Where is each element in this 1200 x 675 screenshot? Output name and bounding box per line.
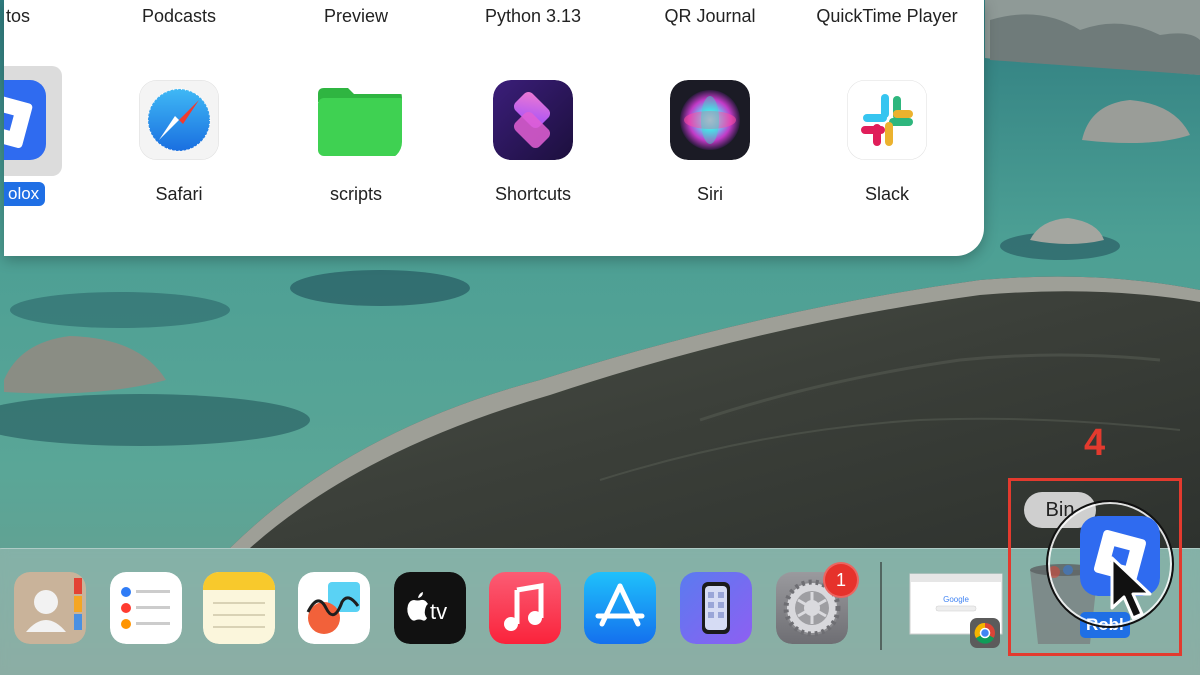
screenshot-frame: tos Podcasts Preview Python 3.13 QR Jour…: [0, 0, 1200, 675]
music-icon[interactable]: [489, 572, 561, 644]
app-shortcuts-label: Shortcuts: [494, 184, 572, 204]
app-slack-label: Slack: [864, 184, 909, 204]
roblox-icon[interactable]: [4, 80, 46, 160]
siri-icon: [670, 80, 750, 160]
slack-icon: [847, 80, 927, 160]
app-shortcuts[interactable]: Shortcuts: [473, 80, 593, 210]
reminders-icon[interactable]: [110, 572, 182, 644]
folder-icon: [318, 88, 402, 156]
selected-app-label: olox: [4, 182, 46, 206]
notes-icon[interactable]: [203, 572, 275, 644]
contacts-icon[interactable]: [14, 572, 86, 644]
app-siri[interactable]: Siri: [650, 80, 770, 210]
shortcuts-icon: [493, 80, 573, 160]
freeform-icon[interactable]: [298, 572, 370, 644]
app-label-qr-journal[interactable]: QR Journal: [664, 6, 755, 27]
app-label-preview[interactable]: Preview: [324, 6, 388, 27]
launchpad-panel: tos Podcasts Preview Python 3.13 QR Jour…: [4, 0, 984, 256]
mouse-pointer-icon: [1110, 556, 1152, 620]
app-siri-label: Siri: [697, 184, 723, 204]
iphone-mirroring-icon[interactable]: [680, 572, 752, 644]
google-logo-text: Google: [943, 595, 969, 604]
app-scripts[interactable]: scripts: [296, 80, 416, 210]
app-label-quicktime[interactable]: QuickTime Player: [816, 6, 957, 27]
app-safari[interactable]: Safari: [119, 80, 239, 210]
app-label-python[interactable]: Python 3.13: [485, 6, 581, 27]
apple-tv-icon[interactable]: tv: [394, 572, 466, 644]
notification-badge: 1: [823, 562, 859, 598]
app-store-icon[interactable]: [584, 572, 656, 644]
step-number: 4: [1084, 422, 1106, 464]
chrome-icon: [970, 618, 1000, 648]
app-label-podcasts[interactable]: Podcasts: [142, 6, 216, 27]
safari-icon: [139, 80, 219, 160]
apple-tv-text: tv: [430, 599, 447, 624]
app-slack[interactable]: Slack: [827, 80, 947, 210]
dock-separator: [880, 562, 882, 650]
app-label-photos[interactable]: tos: [6, 6, 30, 27]
app-scripts-label: scripts: [329, 184, 382, 204]
app-safari-label: Safari: [155, 184, 203, 204]
